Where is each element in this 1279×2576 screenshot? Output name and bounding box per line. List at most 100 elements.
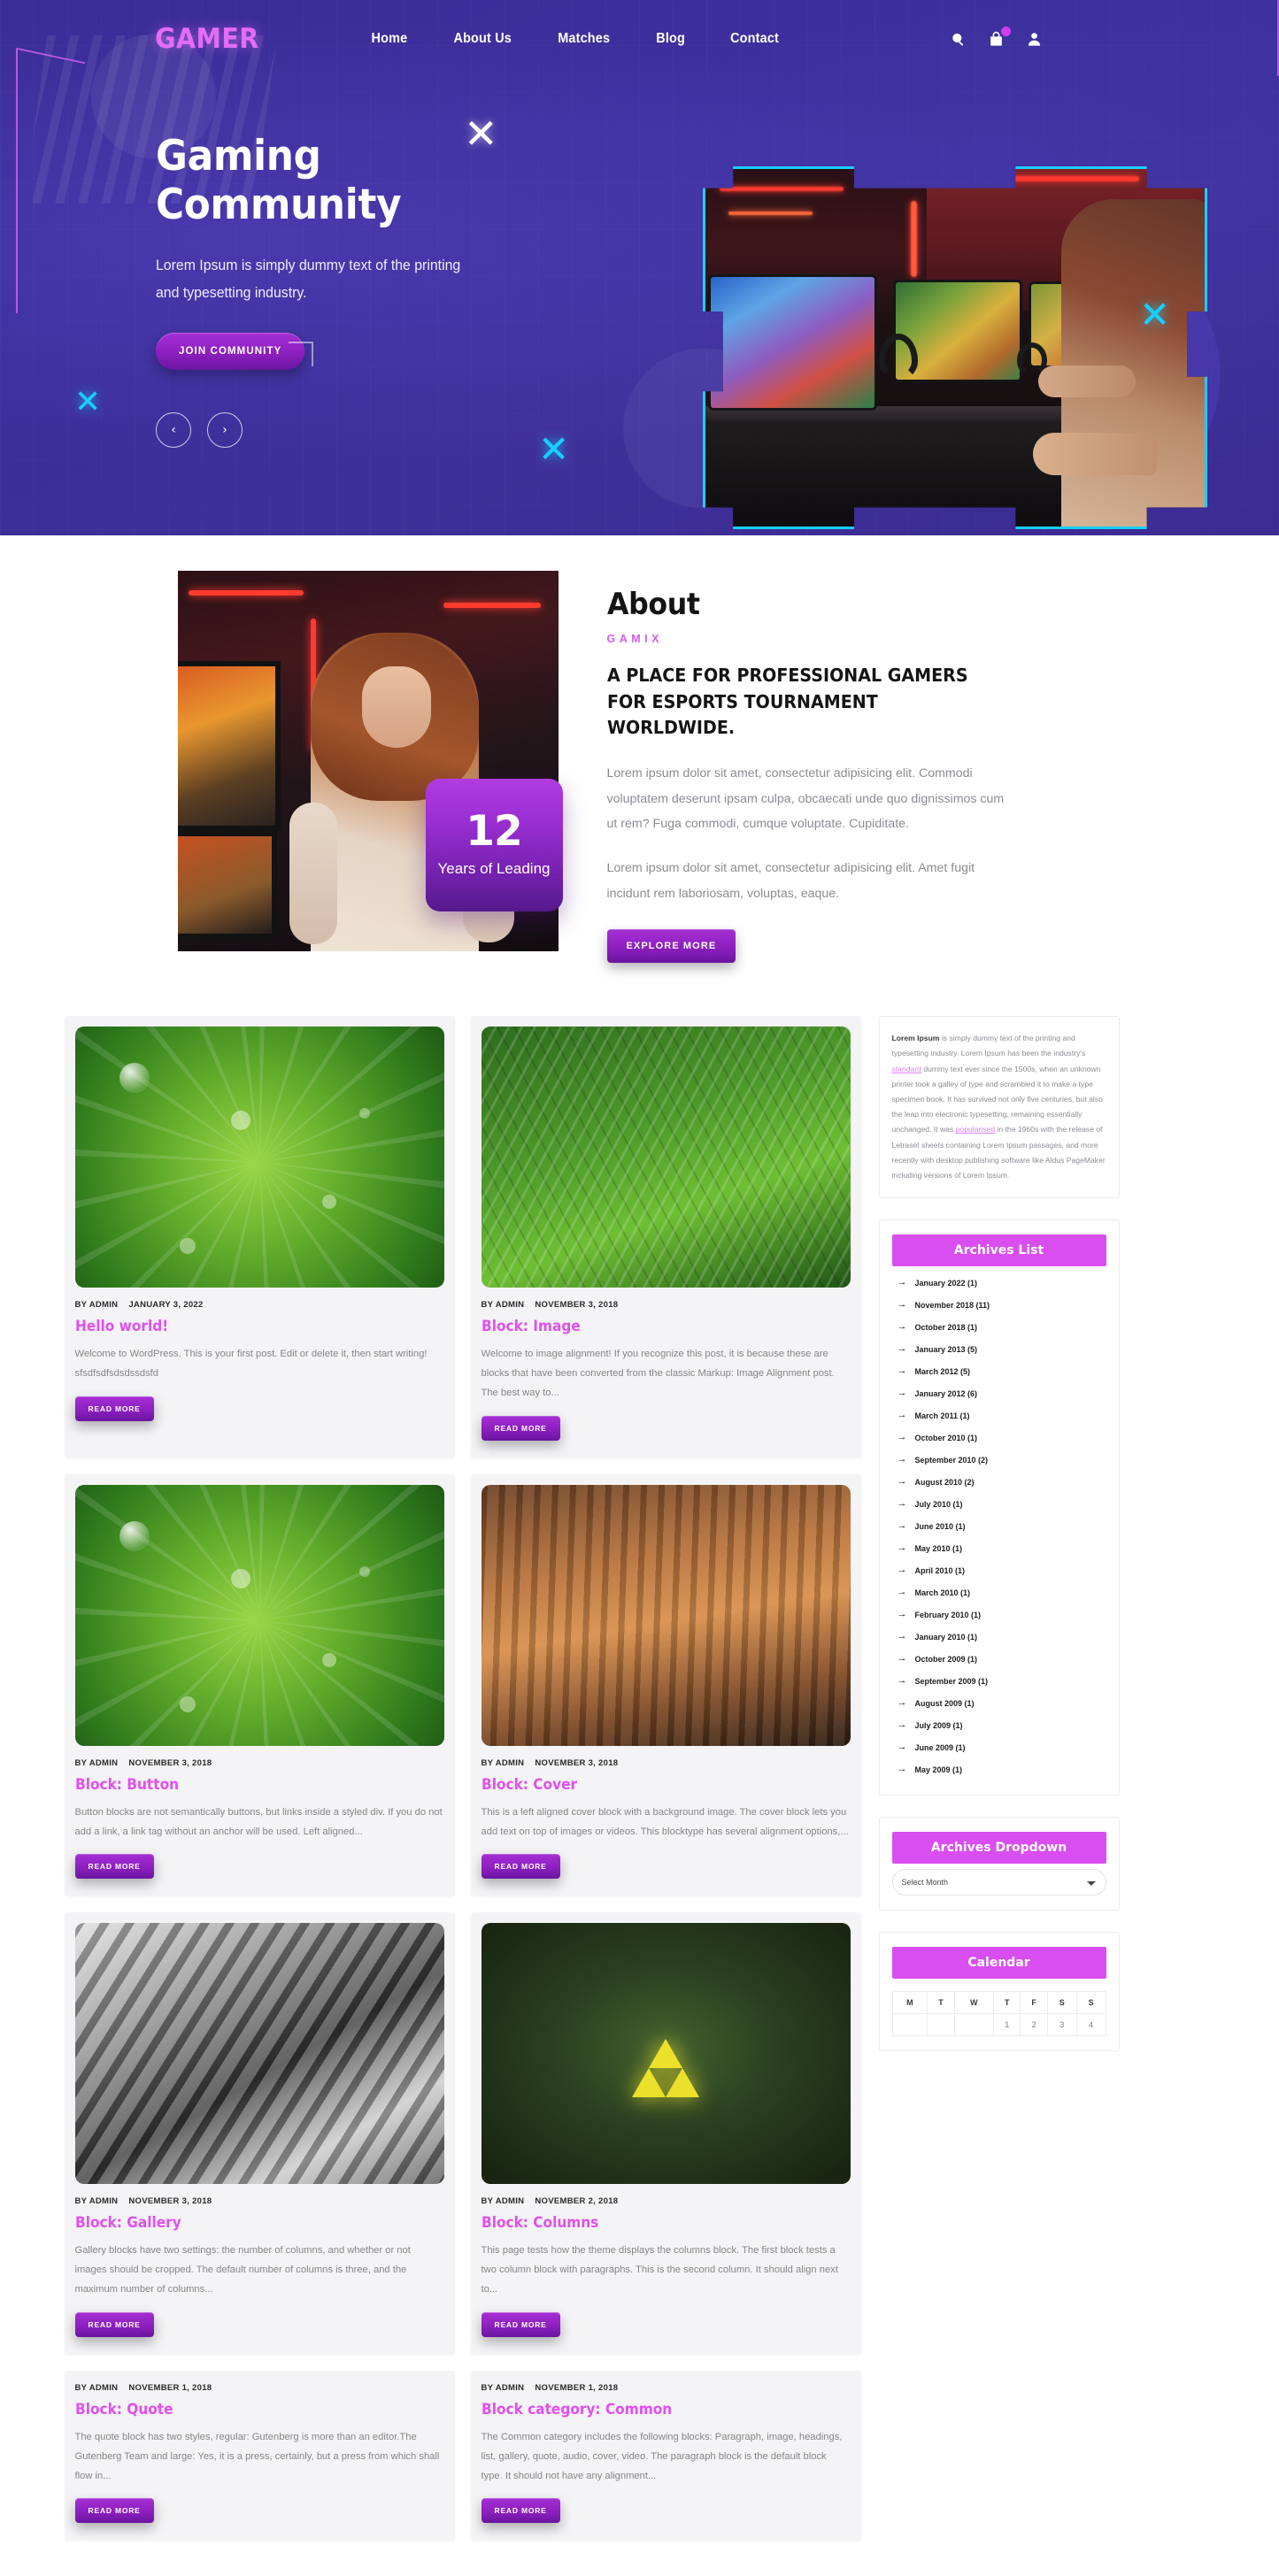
hero-subtitle: Lorem Ipsum is simply dummy text of the … (156, 258, 461, 301)
archives-list-item[interactable]: → November 2018 (11) (892, 1294, 1106, 1316)
archives-list-item[interactable]: → April 2010 (1) (892, 1559, 1106, 1581)
post-title[interactable]: Hello world! (75, 1318, 419, 1334)
post-thumbnail[interactable] (74, 1923, 444, 2185)
arrow-right-icon: → (897, 1565, 907, 1576)
nav-item-matches[interactable]: Matches (558, 31, 610, 47)
hero-title-line-2: Community (156, 180, 402, 229)
post-date: NOVEMBER 1, 2018 (535, 2382, 619, 2393)
user-icon[interactable] (1026, 31, 1043, 48)
archives-list-item[interactable]: → March 2011 (1) (892, 1404, 1106, 1426)
post-thumbnail[interactable] (74, 1484, 444, 1746)
site-logo[interactable]: GAMER (155, 23, 259, 55)
archives-dropdown-title: Archives Dropdown (891, 1832, 1106, 1865)
calendar-first-week-row: 1234 (891, 2013, 1106, 2037)
archives-list-item[interactable]: → June 2010 (1) (892, 1515, 1106, 1537)
read-more-button[interactable]: READ MORE (481, 1854, 560, 1880)
post-thumbnail[interactable] (481, 1484, 851, 1746)
archives-list-item[interactable]: → January 2012 (6) (892, 1382, 1106, 1404)
post-date: JANUARY 3, 2022 (128, 1300, 204, 1311)
post-thumbnail[interactable] (481, 1027, 851, 1288)
arrow-right-icon: → (897, 1764, 907, 1775)
archives-list-item[interactable]: → March 2012 (5) (892, 1360, 1106, 1382)
post-card: BY ADMIN NOVEMBER 2, 2018 Block: Columns Th… (470, 1912, 861, 2355)
archives-list-item[interactable]: → July 2009 (1) (892, 1714, 1106, 1736)
arrow-right-icon: → (897, 1719, 907, 1731)
nav-item-contact[interactable]: Contact (730, 31, 779, 47)
post-card: BY ADMIN NOVEMBER 3, 2018 Block: Gallery Ga… (64, 1912, 455, 2355)
nav-item-about-us[interactable]: About Us (453, 31, 512, 47)
archives-list-item[interactable]: → May 2010 (1) (892, 1537, 1106, 1559)
read-more-button[interactable]: READ MORE (74, 2498, 154, 2524)
post-meta: BY ADMIN NOVEMBER 1, 2018 (482, 2383, 851, 2393)
calendar-header-row: MTWTFSS (891, 1991, 1106, 2015)
post-meta: BY ADMIN NOVEMBER 3, 2018 (75, 1758, 444, 1768)
carousel-next-button[interactable]: › (207, 412, 243, 449)
nav-item-home[interactable]: Home (371, 31, 407, 47)
sidebar-text-link-standard[interactable]: standard (892, 1065, 921, 1073)
archives-list-item[interactable]: → January 2013 (5) (892, 1338, 1106, 1360)
calendar-title: Calendar (891, 1947, 1106, 1980)
post-title[interactable]: Block: Button (75, 1776, 419, 1793)
archives-list-item[interactable]: → February 2010 (1) (892, 1603, 1106, 1626)
post-title[interactable]: Block: Image (482, 1318, 825, 1334)
read-more-button[interactable]: READ MORE (481, 2498, 560, 2524)
nav-item-blog[interactable]: Blog (656, 31, 685, 47)
arrow-right-icon: → (897, 1631, 907, 1642)
cart-badge (1001, 26, 1011, 36)
explore-more-button[interactable]: EXPLORE MORE (606, 929, 736, 964)
archives-list-item[interactable]: → October 2018 (1) (892, 1316, 1106, 1338)
post-title[interactable]: Block: Gallery (75, 2214, 419, 2231)
post-thumbnail[interactable] (74, 1027, 444, 1288)
read-more-button[interactable]: READ MORE (74, 2311, 154, 2337)
sidebar-text-link-popularised[interactable]: popularised (956, 1125, 995, 1134)
arrow-right-icon: → (897, 1454, 907, 1465)
archives-list-item[interactable]: → January 2010 (1) (892, 1626, 1106, 1648)
carousel-prev-button[interactable]: ‹ (156, 412, 191, 449)
read-more-button[interactable]: READ MORE (481, 2311, 560, 2337)
calendar-weekday: W (953, 1991, 995, 2015)
post-title[interactable]: Block: Cover (482, 1776, 825, 1793)
archives-list-item[interactable]: → September 2010 (2) (892, 1449, 1106, 1471)
post-meta: BY ADMIN NOVEMBER 3, 2018 (482, 1758, 851, 1768)
archives-list-title: Archives List (891, 1234, 1106, 1267)
archives-list-item[interactable]: → January 2022 (1) (892, 1272, 1106, 1294)
post-excerpt: Gallery blocks have two settings: the nu… (74, 2245, 411, 2295)
read-more-button[interactable]: READ MORE (74, 1854, 154, 1880)
arrow-right-icon: → (897, 1365, 907, 1377)
archives-list-item[interactable]: → October 2009 (1) (892, 1648, 1106, 1670)
arrow-right-icon: → (897, 1542, 907, 1554)
calendar-weekday: S (1075, 1991, 1106, 2015)
select-month-dropdown[interactable]: Select Month (891, 1869, 1106, 1896)
about-subheading: A PLACE FOR PROFESSIONAL GAMERS FOR ESPO… (606, 665, 968, 739)
post-author: BY ADMIN (74, 1300, 119, 1311)
post-date: NOVEMBER 3, 2018 (128, 2196, 212, 2207)
archives-list-item[interactable]: → May 2009 (1) (892, 1758, 1106, 1780)
archives-list-item[interactable]: → June 2009 (1) (892, 1736, 1106, 1758)
cart-icon[interactable] (988, 26, 1011, 48)
join-community-button[interactable]: JOIN COMMUNITY (156, 333, 314, 371)
post-thumbnail[interactable] (481, 1923, 851, 2185)
read-more-button[interactable]: READ MORE (481, 1415, 560, 1441)
about-heading: About (606, 587, 700, 622)
post-date: NOVEMBER 3, 2018 (128, 1757, 212, 1768)
arrow-right-icon: → (897, 1277, 907, 1288)
post-author: BY ADMIN (481, 2196, 525, 2207)
widget-archives-dropdown: Archives Dropdown Select Month (878, 1817, 1120, 1911)
read-more-button[interactable]: READ MORE (74, 1396, 154, 1421)
archives-list-item[interactable]: → March 2010 (1) (892, 1581, 1106, 1603)
hero-content: Gaming Community Lorem Ipsum is simply d… (0, 78, 1279, 529)
post-author: BY ADMIN (74, 2382, 119, 2393)
archives-list-item[interactable]: → July 2010 (1) (892, 1493, 1106, 1515)
archives-list-item[interactable]: → August 2009 (1) (892, 1692, 1106, 1714)
archives-list-item[interactable]: → October 2010 (1) (892, 1426, 1106, 1449)
post-title[interactable]: Block: Columns (482, 2214, 825, 2231)
calendar-weekday: F (1020, 1991, 1048, 2015)
post-excerpt: Welcome to WordPress. This is your first… (74, 1349, 428, 1380)
archives-list-item[interactable]: → August 2010 (2) (892, 1471, 1106, 1493)
search-icon[interactable] (950, 31, 967, 48)
post-title[interactable]: Block category: Common (482, 2401, 825, 2418)
post-title[interactable]: Block: Quote (75, 2401, 419, 2418)
hero-photo (703, 166, 1207, 529)
archives-list-item[interactable]: → September 2009 (1) (892, 1670, 1106, 1692)
about-photo-person-face (361, 666, 431, 748)
